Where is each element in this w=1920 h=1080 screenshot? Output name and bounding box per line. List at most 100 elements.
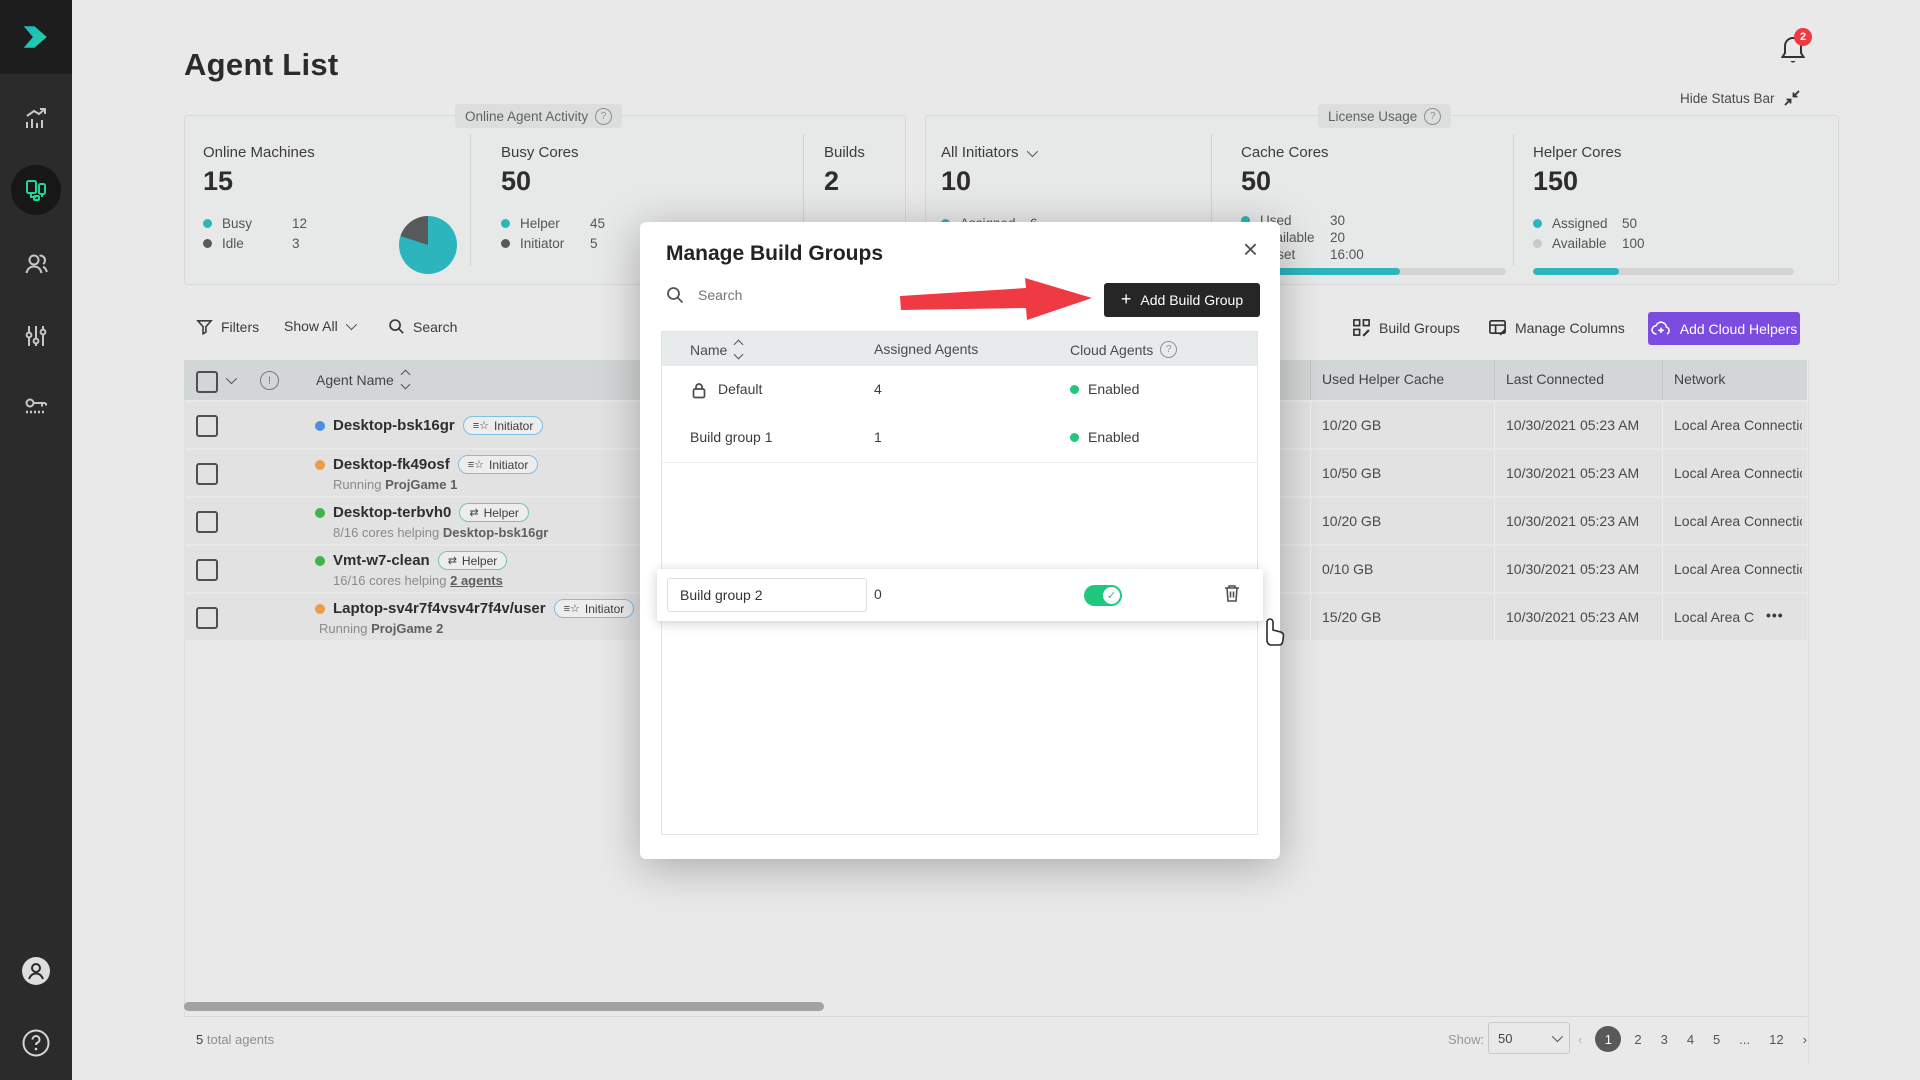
- modal-close-button[interactable]: ×: [1243, 236, 1258, 262]
- cell-used-helper-cache: 15/20 GB: [1322, 609, 1381, 625]
- dashboard-chart-icon: [23, 106, 49, 132]
- cloud-status: Enabled: [1070, 429, 1139, 445]
- hide-status-bar-button[interactable]: Hide Status Bar: [1680, 89, 1801, 107]
- page-button[interactable]: 5: [1713, 1032, 1720, 1047]
- page-size-select[interactable]: 50: [1488, 1022, 1570, 1054]
- progress-fill: [1533, 268, 1619, 275]
- enabled-dot: [1070, 385, 1079, 394]
- row-checkbox[interactable]: [196, 415, 218, 437]
- notifications-button[interactable]: 2: [1778, 34, 1812, 68]
- sort-icon: [402, 371, 409, 388]
- used-helper-cache-header[interactable]: Used Helper Cache: [1322, 371, 1444, 387]
- modal-search[interactable]: [666, 286, 900, 304]
- sidebar-user-avatar[interactable]: [0, 947, 72, 995]
- agents-link[interactable]: 2 agents: [450, 573, 503, 588]
- row-checkbox[interactable]: [196, 511, 218, 533]
- table-search-button[interactable]: Search: [388, 318, 457, 335]
- page-button[interactable]: 2: [1634, 1032, 1641, 1047]
- helper-cores-progress: [1533, 268, 1794, 275]
- license-help-icon[interactable]: ?: [1424, 108, 1441, 125]
- users-icon: [23, 250, 50, 277]
- filters-button[interactable]: Filters: [196, 318, 259, 335]
- sidebar-help[interactable]: [0, 1019, 72, 1067]
- page-button-active[interactable]: 1: [1595, 1026, 1621, 1052]
- select-menu-chevron[interactable]: [226, 373, 237, 384]
- build-group-row-editing[interactable]: 0 ✓: [657, 569, 1263, 621]
- agent-status-dot: [315, 508, 325, 518]
- sidebar-item-agents[interactable]: [0, 166, 72, 214]
- settings-sliders-icon: [23, 323, 49, 349]
- build-group-row[interactable]: Default 4 Enabled: [662, 366, 1257, 415]
- show-all-dropdown[interactable]: Show All: [284, 318, 354, 334]
- filter-icon: [196, 318, 213, 335]
- initiator-badge: ≡☆ Initiator: [463, 416, 544, 435]
- collapse-icon: [1783, 89, 1801, 107]
- agent-name: Desktop-terbvh0: [333, 504, 451, 521]
- trash-icon[interactable]: [1223, 583, 1241, 603]
- next-page-button[interactable]: ›: [1803, 1032, 1807, 1047]
- cache-cores-value: 50: [1241, 166, 1271, 197]
- legend-dot: [1533, 219, 1542, 228]
- horizontal-scrollbar[interactable]: [184, 1002, 824, 1011]
- cell-network: Local Area C: [1674, 609, 1768, 625]
- page-title: Agent List: [184, 47, 339, 83]
- page-button[interactable]: 3: [1661, 1032, 1668, 1047]
- activity-help-icon[interactable]: ?: [595, 108, 612, 125]
- name-header[interactable]: Name: [690, 341, 742, 358]
- build-groups-button[interactable]: Build Groups: [1352, 318, 1460, 337]
- agent-sub-status: 8/16 cores helping Desktop-bsk16gr: [333, 525, 548, 540]
- toggle-knob: ✓: [1103, 587, 1120, 604]
- add-build-group-button[interactable]: + Add Build Group: [1104, 283, 1260, 317]
- lock-icon: [692, 382, 706, 399]
- network-header[interactable]: Network: [1674, 371, 1725, 387]
- plus-icon: +: [1121, 289, 1132, 310]
- divider: [1513, 134, 1514, 266]
- online-machines-label: Online Machines: [203, 144, 315, 161]
- sidebar-item-dashboard[interactable]: [0, 95, 72, 143]
- last-connected-header[interactable]: Last Connected: [1506, 371, 1604, 387]
- alerts-column-icon: !: [260, 371, 279, 390]
- helper-cores-value: 150: [1533, 166, 1578, 197]
- cloud-agents-header: Cloud Agents ?: [1070, 341, 1177, 358]
- modal-search-input[interactable]: [696, 286, 900, 304]
- page-button[interactable]: 12: [1769, 1032, 1783, 1047]
- cell-network: Local Area Connection: [1674, 417, 1802, 433]
- build-group-row[interactable]: Build group 1 1 Enabled: [662, 414, 1257, 463]
- sidebar-item-settings[interactable]: [0, 312, 72, 360]
- brand-logo[interactable]: [0, 0, 72, 74]
- row-checkbox[interactable]: [196, 463, 218, 485]
- sidebar-item-license[interactable]: [0, 383, 72, 431]
- row-checkbox[interactable]: [196, 607, 218, 629]
- cell-used-helper-cache: 10/50 GB: [1322, 465, 1381, 481]
- build-groups-icon: [1352, 318, 1371, 337]
- page-ellipsis: ...: [1739, 1032, 1750, 1047]
- enabled-dot: [1070, 433, 1079, 442]
- sidebar: [0, 0, 72, 1080]
- modal-title: Manage Build Groups: [666, 242, 883, 266]
- legend-dot: [501, 239, 510, 248]
- hide-status-bar-label: Hide Status Bar: [1680, 91, 1775, 106]
- cloud-agents-toggle[interactable]: ✓: [1084, 585, 1122, 606]
- legend-idle: Idle 3: [203, 236, 328, 251]
- cloud-agents-help-icon[interactable]: ?: [1160, 341, 1177, 358]
- add-cloud-helpers-button[interactable]: Add Cloud Helpers: [1648, 312, 1800, 345]
- helper-badge-icon: ⇄: [469, 506, 478, 519]
- busy-cores-value: 50: [501, 166, 531, 197]
- build-group-name-input[interactable]: [667, 578, 867, 612]
- page-button[interactable]: 4: [1687, 1032, 1694, 1047]
- all-initiators-dropdown[interactable]: All Initiators: [941, 144, 1035, 161]
- agents-icon: [23, 177, 49, 203]
- agent-name-header[interactable]: Agent Name: [316, 371, 409, 388]
- sidebar-item-users[interactable]: [0, 239, 72, 287]
- cell-network: Local Area Connection: [1674, 513, 1802, 529]
- row-checkbox[interactable]: [196, 559, 218, 581]
- row-actions-button[interactable]: •••: [1766, 607, 1784, 623]
- manage-columns-button[interactable]: Manage Columns: [1488, 318, 1625, 337]
- agent-status-dot: [315, 604, 325, 614]
- agent-list-screen: Agent List 2 Hide Status Bar Online Agen…: [0, 0, 1920, 1080]
- prev-page-button[interactable]: ‹: [1578, 1032, 1582, 1047]
- mouse-cursor: [1258, 614, 1288, 648]
- agent-status-dot: [315, 460, 325, 470]
- cell-last-connected: 10/30/2021 05:23 AM: [1506, 561, 1639, 577]
- select-all-checkbox[interactable]: [196, 371, 218, 393]
